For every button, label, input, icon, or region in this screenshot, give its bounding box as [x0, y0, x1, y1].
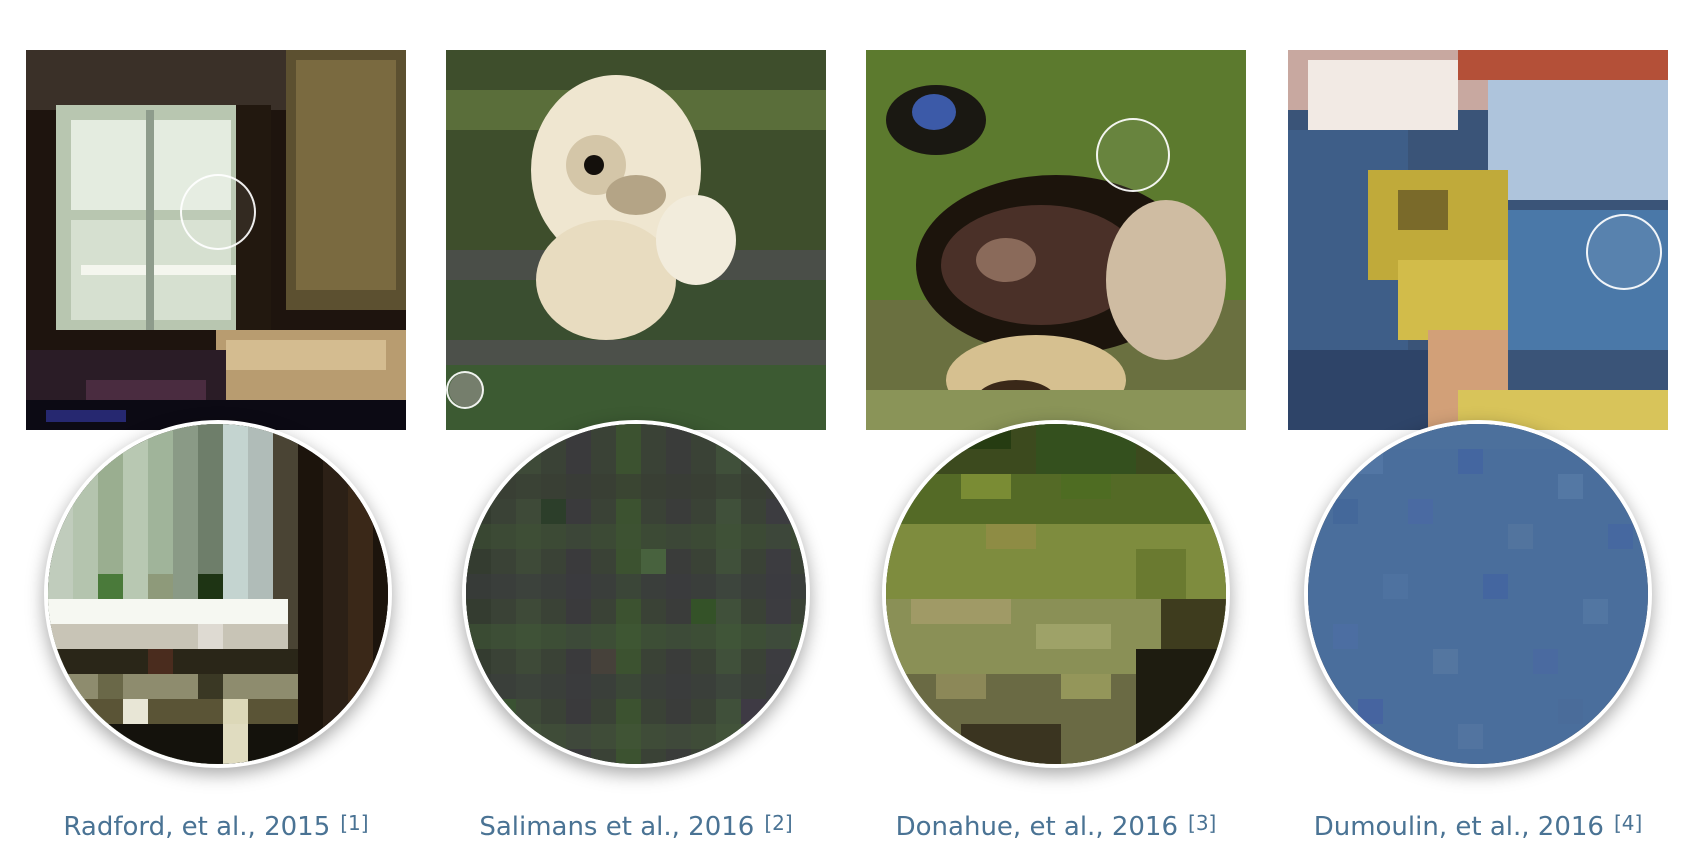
- generated-sample-image: [1288, 50, 1668, 430]
- figure-radford: Radford, et al., 2015 [1]: [26, 0, 406, 860]
- zoom-region-marker: [1586, 214, 1662, 290]
- zoomed-pixels-graphic: [466, 424, 806, 764]
- citation-caption: Salimans et al., 2016 [2]: [446, 806, 826, 844]
- dog-sample-graphic: [866, 50, 1246, 430]
- zoom-region-marker: [180, 174, 256, 250]
- zoom-circle: [44, 420, 392, 768]
- figure-dumoulin: Dumoulin, et al., 2016 [4]: [1288, 0, 1668, 860]
- reference-marker[interactable]: [3]: [1188, 811, 1216, 835]
- zoom-circle: [882, 420, 1230, 768]
- reference-marker[interactable]: [4]: [1614, 811, 1642, 835]
- author-year-link[interactable]: Donahue, et al., 2016: [896, 812, 1178, 842]
- reference-marker[interactable]: [1]: [340, 811, 368, 835]
- animal-sample-graphic: [446, 50, 826, 430]
- author-year-link[interactable]: Radford, et al., 2015: [63, 812, 330, 842]
- citation-caption: Radford, et al., 2015 [1]: [26, 806, 406, 844]
- generated-sample-image: [26, 50, 406, 430]
- figure-donahue: Donahue, et al., 2016 [3]: [866, 0, 1246, 860]
- zoom-region-marker: [446, 371, 484, 409]
- figure-salimans: Salimans et al., 2016 [2]: [446, 0, 826, 860]
- citation-caption: Donahue, et al., 2016 [3]: [866, 806, 1246, 844]
- author-year-link[interactable]: Dumoulin, et al., 2016: [1314, 812, 1604, 842]
- zoomed-pixels-graphic: [48, 424, 388, 764]
- zoom-circle: [1304, 420, 1652, 768]
- generated-sample-image: [866, 50, 1246, 430]
- zoom-circle: [462, 420, 810, 768]
- zoomed-pixels-graphic: [1308, 424, 1648, 764]
- author-year-link[interactable]: Salimans et al., 2016: [479, 812, 754, 842]
- reference-marker[interactable]: [2]: [764, 811, 792, 835]
- generated-sample-image: [446, 50, 826, 430]
- citation-caption: Dumoulin, et al., 2016 [4]: [1288, 806, 1668, 844]
- zoom-region-marker: [1096, 118, 1170, 192]
- zoomed-pixels-graphic: [886, 424, 1226, 764]
